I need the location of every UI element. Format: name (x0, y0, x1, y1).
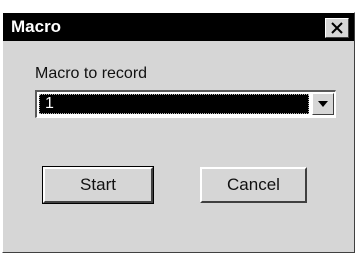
macro-dialog: Macro Macro to record 1 Start Cancel (2, 12, 355, 253)
close-button[interactable] (325, 18, 349, 38)
window-title: Macro (11, 17, 62, 36)
start-button[interactable]: Start (42, 166, 154, 204)
cancel-button[interactable]: Cancel (200, 167, 307, 203)
macro-select-value: 1 (45, 95, 54, 112)
macro-field-label: Macro to record (35, 65, 148, 82)
dropdown-button[interactable] (312, 93, 334, 115)
chevron-down-icon (318, 101, 328, 107)
title-bar[interactable]: Macro (3, 13, 354, 41)
close-icon (331, 22, 343, 34)
macro-select-value-area[interactable]: 1 (39, 94, 309, 114)
macro-select[interactable]: 1 (35, 90, 336, 118)
